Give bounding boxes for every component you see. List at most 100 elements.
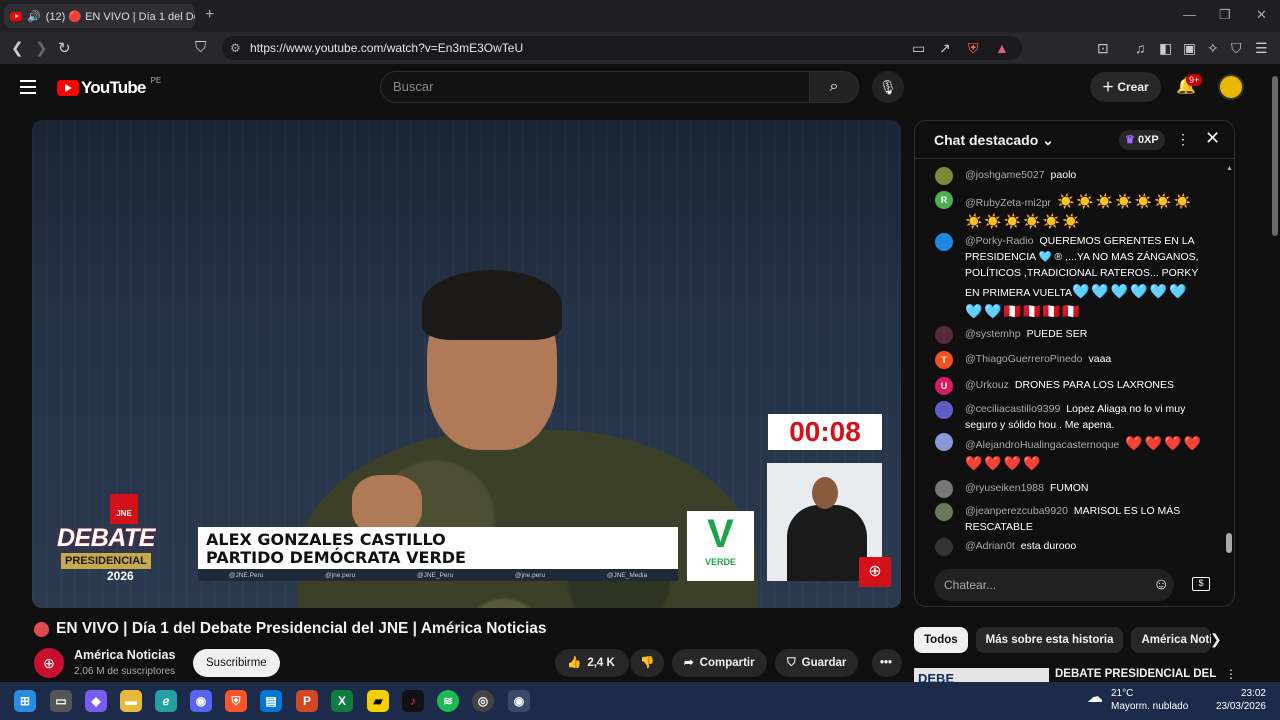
weather-widget[interactable]: ☁ 21°C Mayorm. nublado bbox=[1087, 687, 1188, 713]
spotify-icon[interactable]: ≋ bbox=[437, 690, 459, 712]
dislike-button[interactable]: 👎 bbox=[630, 649, 664, 677]
chat-mode-dropdown[interactable]: Chat destacado ⌄ bbox=[934, 132, 1054, 149]
chat-author-avatar[interactable] bbox=[935, 326, 953, 344]
page-scroll-thumb[interactable] bbox=[1272, 76, 1278, 236]
hamburger-menu-icon[interactable] bbox=[20, 80, 36, 98]
account-avatar[interactable] bbox=[1218, 74, 1244, 100]
chat-author-avatar[interactable] bbox=[935, 233, 953, 251]
maximize-icon[interactable]: ❐ bbox=[1219, 7, 1231, 23]
chat-author-avatar[interactable] bbox=[935, 503, 953, 521]
bookmark-icon[interactable]: ⛉ bbox=[195, 39, 206, 56]
xp-badge[interactable]: ♛ 0XP bbox=[1119, 130, 1165, 150]
chat-author-avatar[interactable]: T bbox=[935, 351, 953, 369]
powerpoint-icon[interactable]: P bbox=[296, 690, 318, 712]
search-icon[interactable]: ⌕ bbox=[809, 71, 859, 103]
related-video-thumbnail[interactable]: DEBE bbox=[914, 668, 1049, 682]
chevron-right-icon[interactable]: ❯ bbox=[1210, 631, 1222, 648]
file-explorer-icon[interactable]: ▬ bbox=[120, 690, 142, 712]
search-input[interactable]: Buscar bbox=[380, 71, 810, 103]
copilot-icon[interactable]: ◆ bbox=[85, 690, 107, 712]
subscribe-button[interactable]: Suscribirme bbox=[193, 649, 280, 677]
youtube-logo[interactable]: YouTube PE bbox=[57, 76, 161, 98]
like-button[interactable]: 👍 2,4 K bbox=[555, 649, 629, 677]
microphone-icon[interactable]: 🎙 bbox=[872, 71, 904, 103]
emoji-icon[interactable]: ☺ bbox=[1153, 576, 1169, 594]
url-bar[interactable]: ⚙ https://www.youtube.com/watch?v=En3mE3… bbox=[222, 36, 1022, 60]
windows-taskbar: ⊞ ▭ ◆ ▬ ℯ ◉ ⛨ ▤ P X ▰ ♪ ≋ ◎ ◉ ☁ 21°C May… bbox=[0, 682, 1280, 720]
new-tab-icon[interactable]: + bbox=[205, 6, 214, 24]
reload-icon[interactable]: ↻ bbox=[58, 39, 71, 57]
chip-all[interactable]: Todos bbox=[914, 627, 968, 653]
related-more-icon[interactable]: ⋮ bbox=[1225, 667, 1237, 681]
chat-author-name[interactable]: @AlejandroHualingacasternoque bbox=[965, 439, 1119, 451]
outlook-icon[interactable]: ▤ bbox=[260, 690, 282, 712]
save-button[interactable]: ⛉ Guardar bbox=[775, 649, 859, 677]
chat-author-name[interactable]: @jeanperezcuba9920 bbox=[965, 505, 1068, 517]
forward-icon[interactable]: ❯ bbox=[35, 39, 48, 57]
scroll-up-icon[interactable]: ▲ bbox=[1226, 165, 1233, 172]
sticky-notes-icon[interactable]: ▰ bbox=[367, 690, 389, 712]
tiktok-icon[interactable]: ♪ bbox=[402, 690, 424, 712]
chat-author-name[interactable]: @ceciliacastillo9399 bbox=[965, 403, 1060, 415]
super-chat-icon[interactable]: $ bbox=[1192, 577, 1210, 591]
chat-author-avatar[interactable] bbox=[935, 433, 953, 451]
chat-author-avatar[interactable] bbox=[935, 401, 953, 419]
cast-icon[interactable]: ▭ bbox=[912, 40, 925, 57]
chat-author-name[interactable]: @ThiagoGuerreroPinedo bbox=[965, 353, 1082, 365]
chat-input[interactable]: Chatear... bbox=[934, 569, 1174, 601]
discord-icon[interactable]: ◉ bbox=[190, 690, 212, 712]
leo-ai-icon[interactable]: ✧ bbox=[1207, 40, 1219, 57]
rewards-icon[interactable]: ▲ bbox=[995, 40, 1009, 56]
chat-author-name[interactable]: @Adrian0t bbox=[965, 540, 1015, 552]
chat-author-name[interactable]: @RubyZeta-mi2pr bbox=[965, 197, 1051, 209]
start-icon[interactable]: ⊞ bbox=[14, 690, 36, 712]
chat-author-name[interactable]: @systemhp bbox=[965, 328, 1021, 340]
chat-author-avatar[interactable]: R bbox=[935, 191, 953, 209]
site-info-icon[interactable]: ⚙ bbox=[230, 36, 241, 60]
browser-tab[interactable]: 🔊 (12) 🔴 EN VIVO | Día 1 del De ✕ bbox=[4, 4, 195, 28]
chat-scroll-thumb[interactable] bbox=[1226, 533, 1232, 553]
chat-more-icon[interactable]: ⋮ bbox=[1176, 131, 1190, 148]
chip-more-story[interactable]: Más sobre esta historia bbox=[975, 627, 1124, 653]
browser-menu-icon[interactable]: ☰ bbox=[1255, 40, 1268, 57]
audio-icon[interactable]: 🔊 bbox=[27, 10, 41, 23]
channel-name[interactable]: América Noticias bbox=[74, 648, 175, 662]
share-page-icon[interactable]: ↗ bbox=[939, 40, 951, 57]
more-actions-icon[interactable]: ••• bbox=[872, 649, 902, 677]
chat-author-avatar[interactable] bbox=[935, 167, 953, 185]
minimize-icon[interactable]: — bbox=[1183, 7, 1196, 22]
brave-icon[interactable]: ⛨ bbox=[225, 690, 247, 712]
close-window-icon[interactable]: ✕ bbox=[1256, 7, 1267, 23]
create-button[interactable]: ＋ Crear bbox=[1090, 72, 1161, 102]
chat-author-name[interactable]: @Porky-Radio bbox=[965, 235, 1033, 247]
page-scrollbar[interactable] bbox=[1272, 66, 1278, 682]
excel-icon[interactable]: X bbox=[331, 690, 353, 712]
sidebar-icon[interactable]: ◧ bbox=[1159, 40, 1172, 57]
wallet-icon[interactable]: ▣ bbox=[1183, 40, 1196, 57]
back-icon[interactable]: ❮ bbox=[11, 39, 24, 57]
close-chat-icon[interactable]: ✕ bbox=[1205, 128, 1220, 149]
crown-icon: ♛ bbox=[1125, 134, 1135, 146]
chrome-icon[interactable]: ◉ bbox=[508, 690, 530, 712]
chat-author-name[interactable]: @ryuseiken1988 bbox=[965, 482, 1044, 494]
chat-author-name[interactable]: @Urkouz bbox=[965, 379, 1009, 391]
chip-america-noticias[interactable]: América Noti bbox=[1131, 627, 1212, 653]
chat-author-avatar[interactable] bbox=[935, 538, 953, 556]
task-view-icon[interactable]: ▭ bbox=[50, 690, 72, 712]
music-icon[interactable]: ♫ bbox=[1135, 40, 1146, 56]
chat-author-avatar[interactable]: U bbox=[935, 377, 953, 395]
share-button[interactable]: ➦ Compartir bbox=[672, 649, 767, 677]
github-icon[interactable]: ◎ bbox=[472, 690, 494, 712]
chat-scrollbar[interactable]: ▲ bbox=[1226, 165, 1233, 561]
app-icon[interactable]: ℯ bbox=[155, 690, 177, 712]
chat-author-avatar[interactable] bbox=[935, 480, 953, 498]
chat-author-name[interactable]: @joshgame5027 bbox=[965, 169, 1045, 181]
screenshot-icon[interactable]: ⊡ bbox=[1097, 40, 1109, 57]
vpn-icon[interactable]: ⛉ bbox=[1231, 40, 1242, 57]
chat-message-body: @AlejandroHualingacasternoque ❤️❤️❤️❤️❤️❤… bbox=[965, 433, 1205, 473]
brave-shields-icon[interactable]: ⛨ bbox=[968, 40, 979, 57]
system-clock[interactable]: 23:02 23/03/2026 bbox=[1212, 687, 1266, 713]
related-video-title[interactable]: DEBATE PRESIDENCIAL DEL bbox=[1055, 668, 1216, 680]
channel-avatar[interactable]: ⊕ bbox=[34, 648, 64, 678]
video-player[interactable]: 00:08 ⊕ JNE DEBATE PRESIDENCIAL 2026 ALE… bbox=[32, 120, 901, 608]
